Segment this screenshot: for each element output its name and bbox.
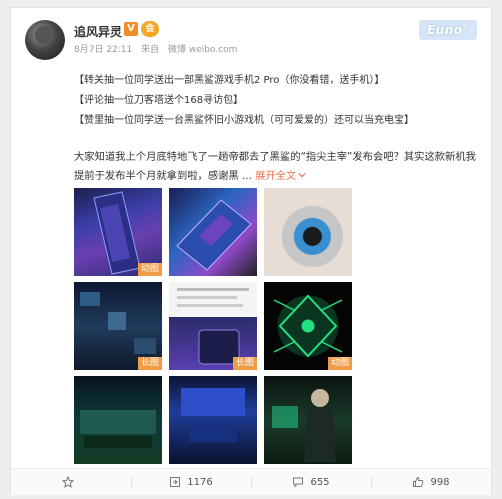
post-line-1: 【转关抽一位同学送出一部黑鲨游戏手机2 Pro（你没看错，送手机）】	[74, 75, 385, 86]
action-bar: 1176 655 998	[11, 468, 491, 495]
image-thumb-1[interactable]: 动图	[74, 188, 162, 276]
gif-tag: 动图	[137, 263, 162, 276]
presenter-image	[272, 389, 336, 462]
image-thumb-9[interactable]	[264, 376, 352, 464]
image-thumb-7[interactable]	[74, 376, 162, 464]
avatar[interactable]	[25, 20, 65, 60]
post-line-3: 【赞里抽一位同学送一台黑鲨怀旧小游戏机（可可爱爱的）还可以当充电宝】	[74, 115, 414, 126]
long-image-tag: 长图	[137, 357, 162, 370]
phone-back-image	[176, 199, 252, 271]
long-image-tag: 长图	[232, 357, 257, 370]
post-source[interactable]: 微博 weibo.com	[168, 45, 237, 55]
post-line-2: 【评论抽一位刀客塔送个168寻访包】	[74, 95, 244, 106]
verified-badge-icon: V	[124, 22, 138, 36]
image-thumb-8[interactable]	[169, 376, 257, 464]
collect-button[interactable]	[11, 469, 131, 495]
image-thumb-5[interactable]: 长图	[169, 282, 257, 370]
image-thumb-3[interactable]	[264, 188, 352, 276]
chevron-down-icon	[298, 172, 306, 178]
image-thumb-2[interactable]	[169, 188, 257, 276]
event-venue-image	[80, 410, 156, 448]
comment-icon	[293, 477, 304, 488]
gif-tag: 动图	[327, 357, 352, 370]
post-date[interactable]: 8月7日 22:11	[74, 45, 132, 55]
comment-count: 655	[310, 476, 330, 488]
post-body: 大家知道我上个月底特地飞了一趟帝都去了黑鲨的“指尖主宰”发布会吧？其实这款新机我…	[74, 148, 484, 186]
image-thumb-6[interactable]: 动图	[264, 282, 352, 370]
repost-icon	[170, 477, 181, 487]
star-icon	[62, 476, 74, 488]
weibo-post-card: 追风异灵 V 会 8月7日 22:11 来自 微博 weibo.com Euno…	[10, 7, 492, 495]
stage-image	[181, 388, 245, 442]
thumbs-up-icon	[413, 476, 424, 487]
from-label: 来自	[141, 45, 160, 55]
expand-label: 展开全文	[255, 170, 297, 182]
member-badge-icon: 会	[141, 21, 159, 37]
username[interactable]: 追风异灵	[74, 23, 122, 40]
repost-count: 1176	[187, 476, 213, 488]
comment-button[interactable]: 655	[251, 469, 371, 495]
image-thumb-4[interactable]: 长图	[74, 282, 162, 370]
post-meta: 8月7日 22:11 来自 微博 weibo.com	[74, 42, 237, 55]
repost-button[interactable]: 1176	[131, 469, 251, 495]
brand-logo: Euno°	[419, 20, 477, 40]
like-button[interactable]: 998	[371, 469, 491, 495]
like-count: 998	[430, 476, 450, 488]
expand-link[interactable]: 展开全文	[255, 170, 306, 182]
